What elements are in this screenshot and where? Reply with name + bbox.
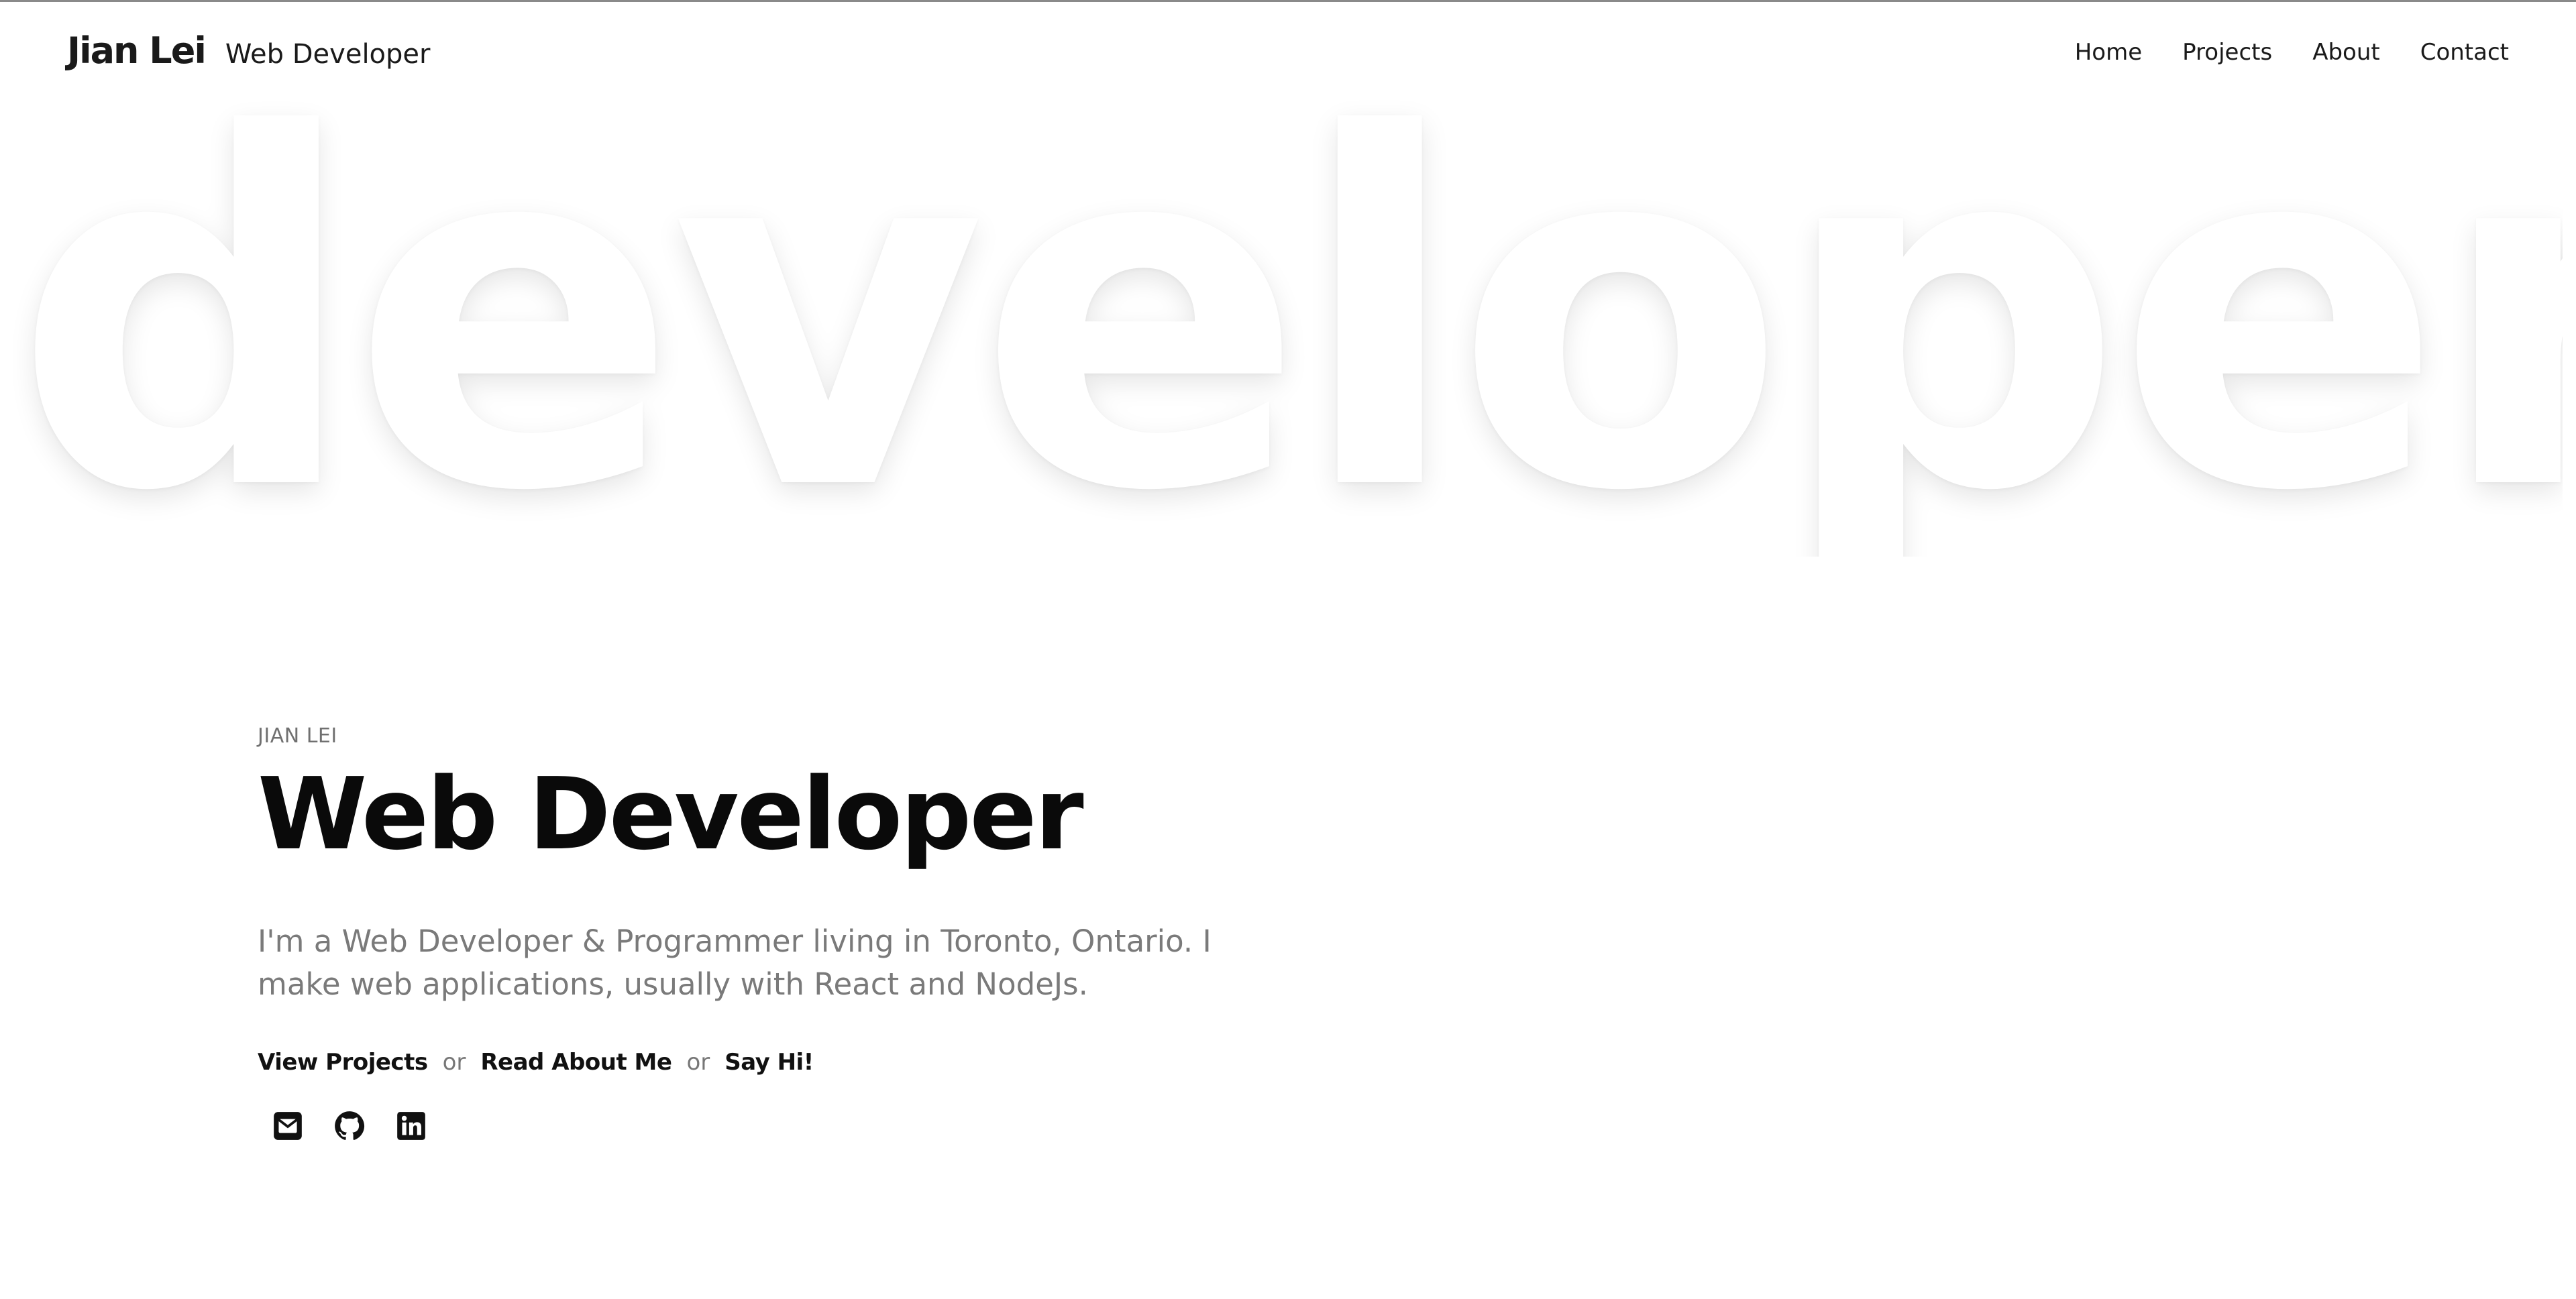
nav-about[interactable]: About [2312, 39, 2380, 66]
nav-projects[interactable]: Projects [2182, 39, 2272, 66]
read-about-me-link[interactable]: Read About Me [480, 1049, 672, 1076]
hero-section: JIAN LEI Web Developer I'm a Web Develop… [258, 724, 1331, 1143]
cta-separator: or [686, 1049, 710, 1076]
nav-contact[interactable]: Contact [2420, 39, 2509, 66]
site-header: Jian Lei Web Developer Home Projects Abo… [0, 0, 2576, 107]
github-icon[interactable] [333, 1109, 366, 1143]
hero-headline: Web Developer [258, 756, 1084, 872]
view-projects-link[interactable]: View Projects [258, 1049, 428, 1076]
cta-row: View Projects or Read About Me or Say Hi… [258, 1049, 1331, 1076]
background-word: developer. [13, 74, 2563, 557]
brand-name[interactable]: Jian Lei [67, 30, 207, 72]
main-nav: Home Projects About Contact [2075, 39, 2509, 66]
nav-home[interactable]: Home [2075, 39, 2142, 66]
hero-intro: I'm a Web Developer & Programmer living … [258, 923, 1212, 1003]
brand[interactable]: Jian Lei Web Developer [67, 30, 430, 72]
email-icon[interactable] [271, 1109, 305, 1143]
brand-role: Web Developer [225, 39, 431, 70]
say-hi-link[interactable]: Say Hi! [724, 1049, 814, 1076]
cta-separator: or [442, 1049, 466, 1076]
linkedin-icon[interactable] [394, 1109, 428, 1143]
hero-eyebrow: JIAN LEI [258, 724, 337, 748]
page: developer. Jian Lei Web Developer Home P… [0, 0, 2576, 1299]
social-links [271, 1109, 1331, 1143]
